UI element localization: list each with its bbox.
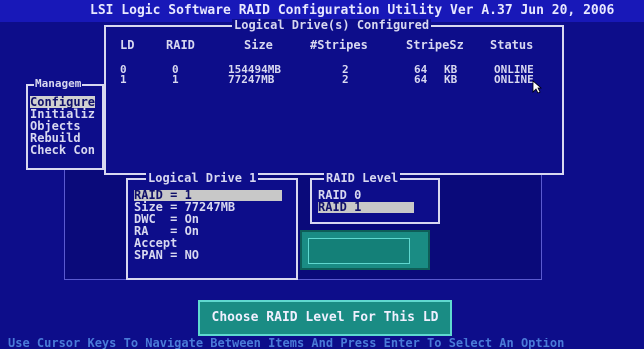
status-bar: Use Cursor Keys To Navigate Between Item… (0, 338, 644, 349)
cell-stripesz-unit: KB (444, 73, 458, 86)
field-span[interactable]: SPAN = NO (134, 249, 199, 261)
help-prompt: Choose RAID Level For This LD (198, 300, 452, 336)
logical-drives-window: Logical Drive(s) Configured LD RAID Size… (104, 19, 564, 175)
column-header-ld: LD (120, 38, 135, 52)
raid-level-window: RAID Level RAID 0 RAID 1 (310, 172, 440, 224)
column-header-status: Status (490, 38, 534, 52)
logical-drive-1-window: Logical Drive 1 RAID = 1 Size = 77247MB … (126, 172, 298, 280)
column-header-stripesz: StripeSz (406, 38, 464, 52)
logical-drives-title: Logical Drive(s) Configured (232, 18, 432, 32)
cell-stripes: 2 (342, 73, 349, 86)
raid-level-title: RAID Level (324, 171, 401, 185)
column-header-size: Size (244, 38, 273, 52)
management-menu-caption: Managem (34, 77, 83, 90)
cell-raid: 1 (172, 73, 179, 86)
column-header-stripes: #Stripes (310, 38, 368, 52)
mouse-pointer-icon (532, 80, 542, 94)
management-menu: Managem Configure Initializ Objects Rebu… (26, 78, 104, 170)
column-header-raid: RAID (166, 38, 195, 52)
background-panel (300, 230, 430, 270)
cell-stripesz: 64 (414, 73, 428, 86)
menu-item-check-consistency[interactable]: Check Con (30, 144, 95, 156)
cell-ld: 1 (120, 73, 127, 86)
logical-drive-1-title: Logical Drive 1 (146, 171, 259, 185)
background-panel-inner (308, 238, 410, 264)
cell-size: 77247MB (228, 73, 275, 86)
option-raid-1[interactable]: RAID 1 (318, 201, 414, 213)
cell-status: ONLINE (494, 73, 534, 86)
